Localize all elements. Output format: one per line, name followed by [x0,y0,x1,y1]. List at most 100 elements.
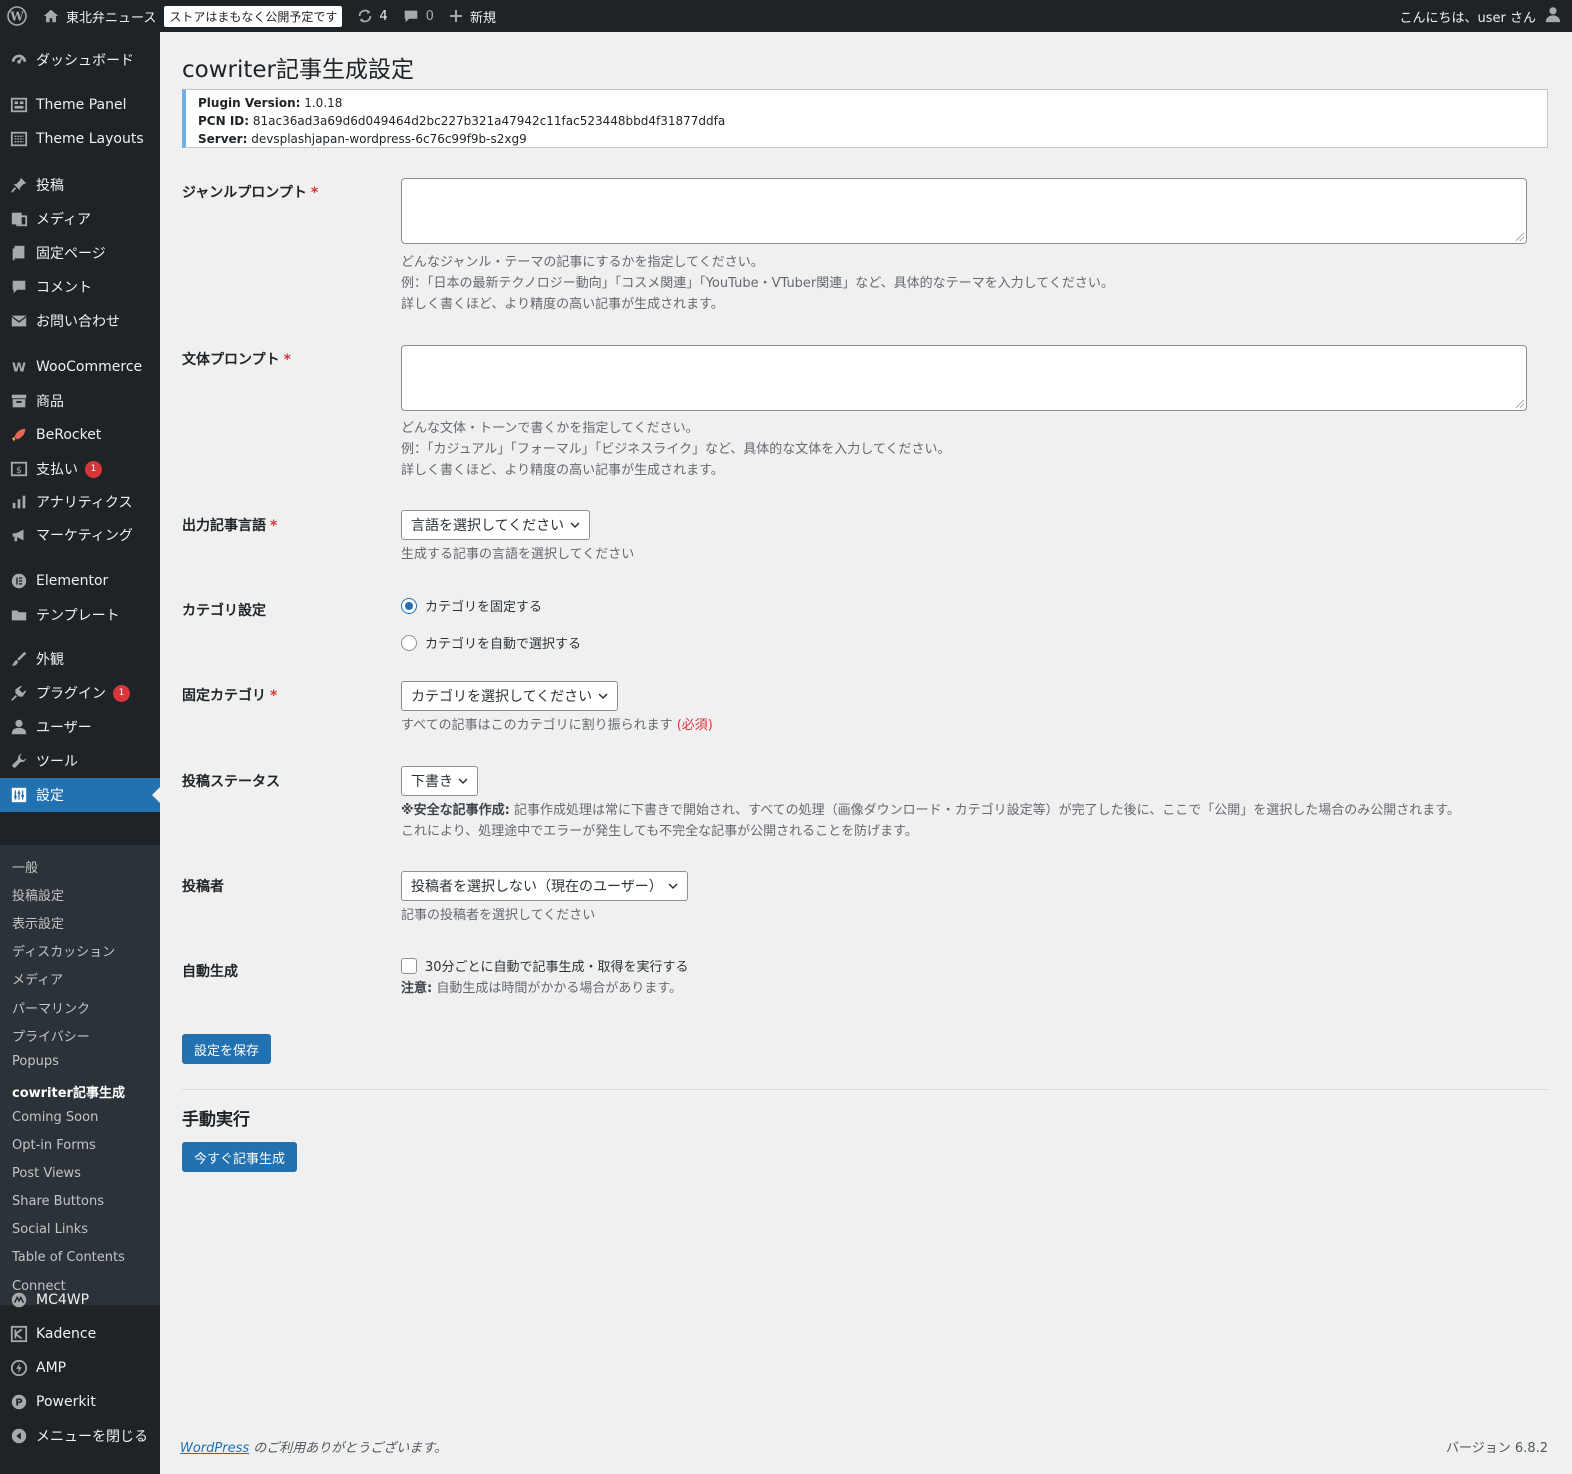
fixed-category-label: 固定カテゴリ * [182,688,278,704]
sidebar-item-label: 投稿 [36,178,64,194]
language-label: 出力記事言語 * [182,518,278,534]
site-name-link[interactable]: 東北弁ニュース ストアはまもなく公開予定です [34,0,349,32]
sidebar-item-label: コメント [36,280,92,296]
submenu-item[interactable]: Table of Contents [12,1250,125,1265]
submenu-item[interactable]: Social Links [12,1222,88,1237]
submenu-item[interactable]: パーマリンク [12,998,90,1017]
submenu-item[interactable]: Popups [12,1054,59,1069]
my-account[interactable]: こんにちは、user さん [1400,5,1572,27]
auto-generate-option[interactable]: 30分ごとに自動で記事生成・取得を実行する [401,956,689,975]
submenu-item[interactable]: 投稿設定 [12,885,64,904]
sidebar-item-theme-layouts[interactable]: Theme Layouts [0,122,160,156]
category-fixed-option[interactable]: カテゴリを固定する [401,596,542,615]
sidebar-item-wrench[interactable]: ツール [0,744,160,778]
manual-run-title: 手動実行 [182,1110,250,1130]
comments-link[interactable]: 0 [395,0,441,32]
sidebar-item-settings[interactable]: 設定 [0,778,160,812]
home-icon [42,7,60,25]
sidebar-item-media[interactable]: メディア [0,202,160,236]
wrench-icon [0,752,36,770]
footer-thanks: WordPress のご利用ありがとうございます。 [180,1437,447,1456]
sidebar-item-mail[interactable]: お問い合わせ [0,304,160,338]
sidebar-item-plugin[interactable]: プラグイン 1 [0,676,160,710]
folder-icon [0,606,36,624]
sidebar-item-woocommerce[interactable]: W WooCommerce [0,350,160,384]
genre-prompt-textarea[interactable] [401,178,1527,244]
sidebar-item-bar-chart[interactable]: アナリティクス [0,485,160,519]
submenu-item[interactable]: 一般 [12,857,38,876]
section-divider [182,1089,1548,1090]
svg-text:W: W [12,360,26,375]
category-setting-label: カテゴリ設定 [182,603,266,619]
sidebar-item-label: MC4WP [36,1292,90,1308]
post-status-select[interactable]: 下書き [401,766,478,796]
sidebar-item-collapse[interactable]: メニューを閉じる [0,1419,160,1453]
sidebar-item-label: WooCommerce [36,359,143,375]
page-title: cowriter記事生成設定 [182,57,414,83]
svg-text:P: P [15,1398,22,1409]
sidebar-item-label: BeRocket [36,427,102,443]
genre-prompt-description: どんなジャンル・テーマの記事にするかを指定してください。 例：「日本の最新テクノ… [401,255,1114,312]
save-settings-button[interactable]: 設定を保存 [182,1034,272,1064]
sidebar-item-brush[interactable]: 外観 [0,642,160,676]
avatar [1544,5,1562,27]
submenu-item[interactable]: メディア [12,969,63,988]
wordpress-logo-icon[interactable]: W [0,0,34,32]
auto-generate-label: 自動生成 [182,964,238,980]
sidebar-item-label: Theme Layouts [36,131,144,147]
submenu-item[interactable]: プライバシー [12,1026,90,1045]
required-note: (必須) [676,718,713,733]
language-select[interactable]: 言語を選択してください [401,510,590,540]
theme-layouts-icon [0,130,36,148]
category-auto-radio[interactable] [401,634,417,651]
sidebar-item-theme-panel[interactable]: Theme Panel [0,88,160,122]
main-content: cowriter記事生成設定 Plugin Version: 1.0.18 PC… [160,32,1572,1474]
sidebar-item-dashboard[interactable]: ダッシュボード [0,43,160,77]
author-select[interactable]: 投稿者を選択しない（現在のユーザー） [401,871,688,901]
pcn-value: 81ac36ad3a69d6d049464d2bc227b321a47942c1… [252,114,726,128]
sidebar-item-megaphone[interactable]: マーケティング [0,518,160,552]
sidebar-item-archive[interactable]: 商品 [0,384,160,418]
sidebar-item-pin[interactable]: 投稿 [0,168,160,202]
greeting: こんにちは、user さん [1399,10,1537,26]
sidebar-item-comment[interactable]: コメント [0,270,160,304]
submenu-item[interactable]: Post Views [12,1166,81,1181]
store-notice-badge[interactable]: ストアはまもなく公開予定です [164,5,343,27]
sidebar-item-page[interactable]: 固定ページ [0,236,160,270]
sidebar-item-label: ユーザー [36,720,92,736]
submenu-item[interactable]: Share Buttons [12,1194,104,1209]
comment-bubble-icon [402,7,420,25]
sidebar-item-elementor[interactable]: Elementor [0,564,160,598]
sidebar-item-powerkit[interactable]: P Powerkit [0,1385,160,1419]
bar-chart-icon [0,493,36,511]
sidebar-item-label: 支払い [36,462,78,478]
updates-count: 4 [379,8,388,24]
sidebar-item-kadence[interactable]: Kadence [0,1317,160,1351]
sidebar-item-folder[interactable]: テンプレート [0,598,160,632]
megaphone-icon [0,526,36,544]
sidebar-item-amp[interactable]: AMP [0,1351,160,1385]
sidebar-item-label: ツール [36,754,78,770]
auto-generate-checkbox[interactable] [401,957,417,974]
sidebar-item-label: Theme Panel [36,97,127,113]
wordpress-link[interactable]: WordPress [180,1441,249,1456]
mc4wp-icon [0,1291,36,1309]
submenu-item[interactable]: ディスカッション [12,941,115,960]
submenu-item[interactable]: cowriter記事生成 [12,1082,125,1101]
category-fixed-radio[interactable] [401,597,417,614]
sidebar-item-rocket[interactable]: BeRocket [0,418,160,452]
sidebar-item-user[interactable]: ユーザー [0,710,160,744]
fixed-category-select[interactable]: カテゴリを選択してください [401,681,618,711]
sidebar-item-payment[interactable]: $ 支払い 1 [0,452,160,486]
submenu-item[interactable]: Opt-in Forms [12,1138,96,1153]
category-auto-option[interactable]: カテゴリを自動で選択する [401,633,581,652]
style-prompt-textarea[interactable] [401,345,1527,411]
sidebar-item-mc4wp[interactable]: MC4WP [0,1283,160,1317]
payment-icon: $ [0,460,36,478]
updates-link[interactable]: 4 [349,0,394,32]
generate-now-button[interactable]: 今すぐ記事生成 [182,1142,298,1172]
server-value: devsplashjapan-wordpress-6c76c99f9b-s2xg… [251,132,527,146]
new-content-link[interactable]: 新規 [441,0,503,32]
submenu-item[interactable]: 表示設定 [12,913,64,932]
submenu-item[interactable]: Coming Soon [12,1110,98,1125]
